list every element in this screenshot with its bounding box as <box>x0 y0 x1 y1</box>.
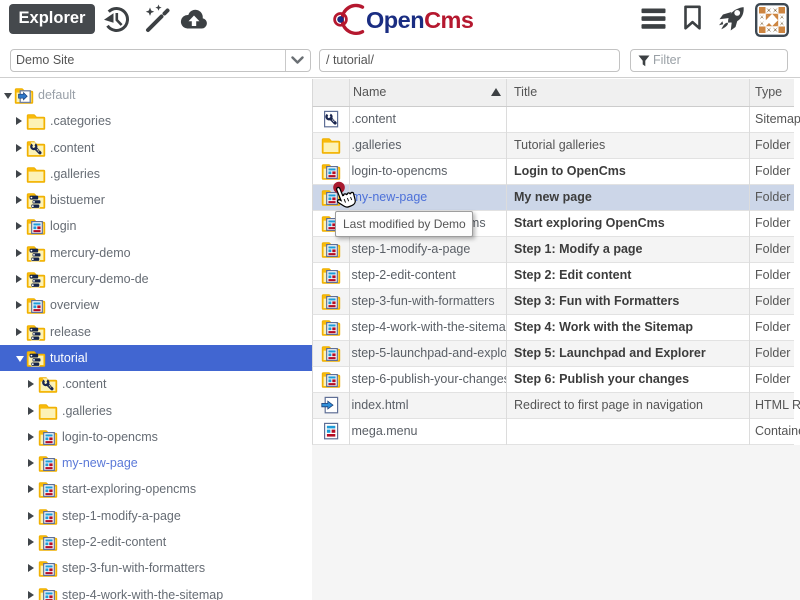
svg-text:OpenCms: OpenCms <box>366 7 474 33</box>
